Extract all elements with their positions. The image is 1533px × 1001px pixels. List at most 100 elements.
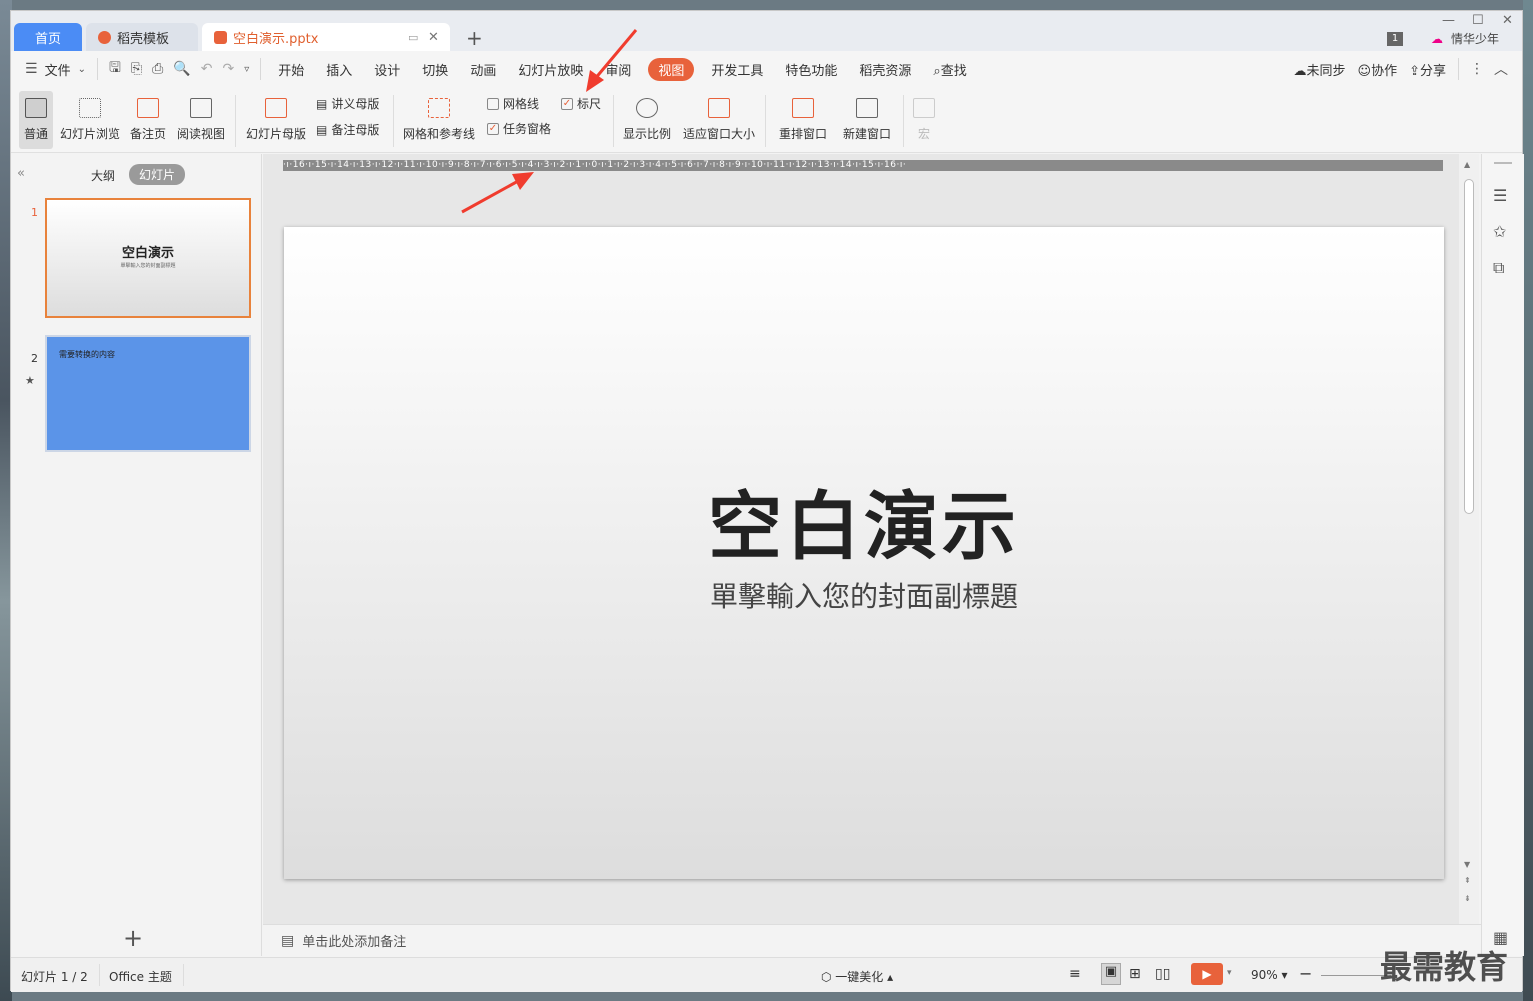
sync-label: 未同步 (1306, 63, 1346, 79)
scroll-down-icon[interactable]: ▼ (1464, 860, 1470, 869)
theme-name[interactable]: Office 主题 (109, 968, 172, 985)
pin-tab-icon[interactable]: ▭ (408, 31, 418, 44)
gridlines-checkbox[interactable]: 网格线 (487, 95, 539, 112)
chevron-up-icon: ▴ (883, 970, 894, 984)
print-preview-icon[interactable]: 🔍 (168, 61, 195, 77)
menu-view[interactable]: 视图 (648, 57, 695, 81)
save-icon[interactable]: 🖫 (104, 57, 126, 81)
slide-master-button[interactable]: 幻灯片母版 (243, 91, 309, 149)
new-tab-button[interactable]: + (466, 26, 483, 50)
zoom-out-icon[interactable]: − (1299, 964, 1312, 983)
macro-icon (913, 98, 935, 118)
share-button[interactable]: ⇪分享 (1403, 60, 1452, 79)
macro-button[interactable]: 宏 (909, 91, 939, 149)
next-slide-icon[interactable]: ⇟ (1464, 894, 1471, 903)
more-options-icon[interactable]: ⋮ (1465, 61, 1489, 77)
thumb-title: 空白演示 (121, 246, 174, 261)
user-account[interactable]: ☁ 情华少年 (1431, 30, 1499, 47)
slide-sorter-button[interactable]: 幻灯片浏览 (59, 91, 121, 149)
maximize-button[interactable]: ☐ (1472, 13, 1484, 28)
menu-animation[interactable]: 动画 (459, 60, 507, 79)
slide-thumbnail-2[interactable]: 需要转换的内容 (45, 335, 251, 452)
close-tab-icon[interactable]: ✕ (428, 30, 439, 45)
zoom-level[interactable]: 90% ▾ (1251, 968, 1288, 982)
slide-thumbnail-1[interactable]: 空白演示 單擊輸入您的封面副標題 (45, 198, 251, 318)
slides-tab[interactable]: 幻灯片 (129, 164, 186, 185)
collaborate-button[interactable]: ☺协作 (1352, 60, 1404, 79)
redo-icon[interactable]: ↷ (217, 61, 239, 77)
slide-subtitle[interactable]: 單擊輸入您的封面副標題 (284, 575, 1444, 615)
notes-icon: ▤ (281, 932, 295, 949)
vertical-scrollbar[interactable]: ▲ ▼ ⇞ ⇟ (1459, 154, 1479, 924)
format-painter-icon[interactable]: ⎘ (126, 61, 147, 77)
transition-icon[interactable]: ⧉ (1493, 258, 1504, 278)
notes-page-icon (137, 98, 159, 118)
menu-transition[interactable]: 切换 (411, 60, 459, 79)
outline-tab[interactable]: 大纲 (91, 167, 115, 184)
scroll-up-icon[interactable]: ▲ (1464, 160, 1470, 169)
play-slideshow-icon[interactable]: ▶ (1191, 963, 1223, 985)
tab-document[interactable]: 空白演示.pptx ▭ ✕ (202, 23, 450, 51)
status-bar: 幻灯片 1 / 2 Office 主题 ⬡ 一键美化 ▴ ≡ ▣ ⊞ ▯▯ ▶ … (11, 957, 1522, 992)
notes-bar[interactable]: ▤ 单击此处添加备注 (263, 924, 1481, 956)
close-window-button[interactable]: ✕ (1502, 13, 1513, 28)
zoom-button[interactable]: 显示比例 (621, 91, 673, 149)
add-slide-button[interactable]: + (123, 924, 143, 952)
normal-view-button[interactable]: 普通 (19, 91, 53, 149)
handout-master-icon: ▤ (316, 96, 328, 111)
chevron-down-icon[interactable]: ⌄ (73, 64, 91, 75)
slide-sorter-label: 幻灯片浏览 (59, 127, 120, 141)
menu-features[interactable]: 特色功能 (774, 60, 848, 79)
search-button[interactable]: ⌕查找 (922, 60, 977, 79)
animation-icon[interactable]: ✩ (1493, 222, 1506, 241)
hamburger-menu-icon[interactable]: ☰ (11, 61, 43, 77)
notes-page-button[interactable]: 备注页 (127, 91, 169, 149)
slide-canvas[interactable]: 空白演示 單擊輸入您的封面副標題 (284, 227, 1444, 879)
task-pane-label: 任务窗格 (503, 122, 552, 136)
customize-toolbar-icon[interactable]: ▿ (239, 64, 254, 75)
divider (96, 58, 98, 80)
menu-developer[interactable]: 开发工具 (700, 60, 774, 79)
tab-home[interactable]: 首页 (14, 23, 82, 51)
menu-start[interactable]: 开始 (267, 60, 315, 79)
fit-window-button[interactable]: 适应窗口大小 (679, 91, 759, 149)
beautify-button[interactable]: ⬡ 一键美化 ▴ (821, 968, 893, 985)
reading-view-button[interactable]: 阅读视图 (175, 91, 227, 149)
collapse-ribbon-icon[interactable]: ︿ (1489, 59, 1522, 79)
title-bar: 首页 稻壳模板 空白演示.pptx ▭ ✕ + — ☐ ✕ 1 ☁ 情华少年 (11, 11, 1522, 51)
sync-status[interactable]: ☁未同步 (1287, 60, 1351, 79)
previous-slide-icon[interactable]: ⇞ (1464, 876, 1471, 885)
task-pane-checkbox[interactable]: ✓ 任务窗格 (487, 120, 551, 137)
handout-master-button[interactable]: ▤ 讲义母版 (316, 95, 379, 112)
notes-toggle-icon[interactable]: ≡ (1069, 966, 1081, 982)
grid-and-guides-button[interactable]: 网格和参考线 (401, 91, 477, 149)
undo-icon[interactable]: ↶ (196, 61, 218, 77)
new-window-button[interactable]: 新建窗口 (839, 91, 895, 149)
reading-view-status-icon[interactable]: ▯▯ (1155, 966, 1170, 982)
menu-daoke-resources[interactable]: 稻壳资源 (848, 60, 922, 79)
new-window-icon (856, 98, 878, 118)
minimize-button[interactable]: — (1442, 13, 1455, 28)
notes-master-button[interactable]: ▤ 备注母版 (316, 121, 379, 138)
reading-view-icon (190, 98, 212, 118)
gridlines-label: 网格线 (503, 97, 540, 111)
normal-view-status-icon[interactable]: ▣ (1101, 963, 1121, 985)
slideshow-options-icon[interactable]: ▾ (1227, 968, 1232, 978)
properties-icon[interactable]: ☰ (1493, 186, 1507, 205)
file-menu[interactable]: 文件 (43, 60, 73, 79)
share-icon: ⇪ (1409, 63, 1420, 79)
arrange-windows-button[interactable]: 重排窗口 (773, 91, 833, 149)
print-icon[interactable]: ⎙ (147, 61, 168, 77)
zoom-value: 90% (1251, 968, 1278, 982)
tab-daoke-templates[interactable]: 稻壳模板 (86, 23, 198, 51)
menu-design[interactable]: 设计 (363, 60, 411, 79)
zoom-label: 显示比例 (622, 127, 671, 141)
slide-sorter-status-icon[interactable]: ⊞ (1129, 966, 1141, 982)
task-pane-check-icon: ✓ (487, 122, 499, 135)
slide-title[interactable]: 空白演示 (284, 467, 1444, 574)
horizontal-ruler[interactable]: ·ı·16·ı·15·ı·14·ı·13·ı·12·ı·11·ı·10·ı·9·… (283, 160, 1443, 171)
scrollbar-thumb[interactable] (1464, 179, 1474, 514)
window-count-badge[interactable]: 1 (1387, 32, 1403, 46)
collapse-pane-icon[interactable]: « (17, 166, 25, 181)
menu-insert[interactable]: 插入 (315, 60, 363, 79)
